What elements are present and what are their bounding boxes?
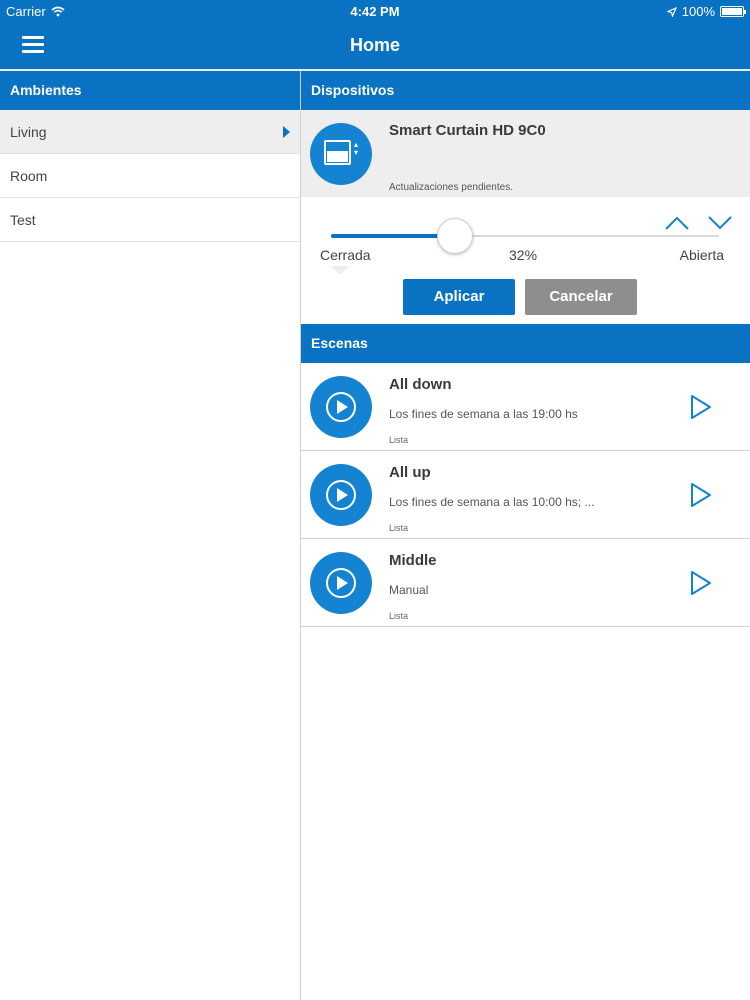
scene-play-circle-icon[interactable] xyxy=(310,552,372,614)
detail-panel: Dispositivos ▴ ▾ Smart Curtain HD 9C0 Act… xyxy=(301,71,750,1000)
battery-percent: 100% xyxy=(681,4,715,19)
status-right: 100% xyxy=(666,4,746,19)
scene-play-circle-icon[interactable] xyxy=(310,464,372,526)
play-icon[interactable] xyxy=(689,393,713,421)
page-title: Home xyxy=(349,35,400,55)
scene-state: Lista xyxy=(389,523,409,533)
rooms-panel: Ambientes Living Room Test xyxy=(0,71,300,1000)
scene-item-all-up[interactable]: All up Los fines de semana a las 10:00 h… xyxy=(301,451,750,539)
slider-min-label: Cerrada xyxy=(320,247,371,263)
slider-thumb[interactable] xyxy=(437,218,474,254)
room-item-test[interactable]: Test xyxy=(0,198,300,242)
scene-state: Lista xyxy=(389,611,409,621)
navigation-bar: Carrier 4:42 PM 100% Home xyxy=(0,0,750,70)
scene-schedule: Los fines de semana a las 10:00 hs; ... xyxy=(389,495,595,509)
curtain-icon[interactable]: ▴ ▾ xyxy=(310,123,372,185)
status-bar: Carrier 4:42 PM 100% xyxy=(0,0,750,22)
scene-item-all-down[interactable]: All down Los fines de semana a las 19:00… xyxy=(301,363,750,451)
room-label: Room xyxy=(10,168,48,184)
cancel-button[interactable]: Cancelar xyxy=(525,279,637,315)
rooms-header: Ambientes xyxy=(0,71,300,110)
play-icon[interactable] xyxy=(689,481,713,509)
scene-state: Lista xyxy=(389,435,409,445)
scene-play-circle-icon[interactable] xyxy=(310,376,372,438)
devices-header: Dispositivos xyxy=(301,71,750,110)
device-name: Smart Curtain HD 9C0 xyxy=(389,122,546,139)
room-item-room[interactable]: Room xyxy=(0,154,300,198)
battery-icon xyxy=(720,6,746,17)
scene-name: All down xyxy=(389,376,452,393)
scenes-header: Escenas xyxy=(301,324,750,363)
position-slider: Cerrada 32% Abierta Aplicar Cancelar xyxy=(301,197,750,324)
scene-schedule: Manual xyxy=(389,583,429,597)
scene-schedule: Los fines de semana a las 19:00 hs xyxy=(389,407,578,421)
room-label: Test xyxy=(10,212,36,228)
location-arrow-icon xyxy=(666,6,677,17)
scene-item-middle[interactable]: Middle Manual Lista xyxy=(301,539,750,627)
device-status: Actualizaciones pendientes. xyxy=(389,182,513,193)
scene-name: Middle xyxy=(389,552,437,569)
selected-caret-icon xyxy=(283,126,290,138)
clock: 4:42 PM xyxy=(350,4,400,19)
room-label: Living xyxy=(10,124,47,140)
slider-value-label: 32% xyxy=(509,247,538,263)
room-item-living[interactable]: Living xyxy=(0,110,300,154)
slider-max-label: Abierta xyxy=(679,247,724,263)
scene-name: All up xyxy=(389,464,431,481)
play-icon[interactable] xyxy=(689,569,713,597)
apply-button[interactable]: Aplicar xyxy=(403,279,515,315)
